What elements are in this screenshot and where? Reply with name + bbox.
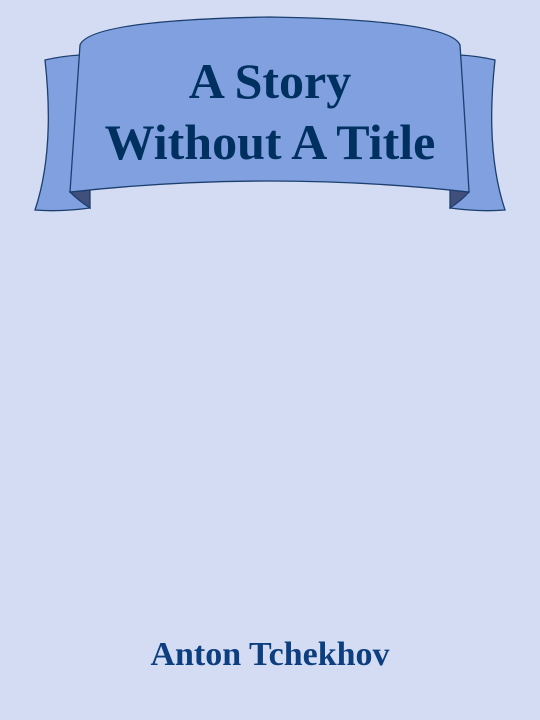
book-author: Anton Tchekhov xyxy=(150,636,390,673)
book-title-line-1: A Story xyxy=(188,53,352,109)
book-title-line-2: Without A Title xyxy=(104,114,436,170)
